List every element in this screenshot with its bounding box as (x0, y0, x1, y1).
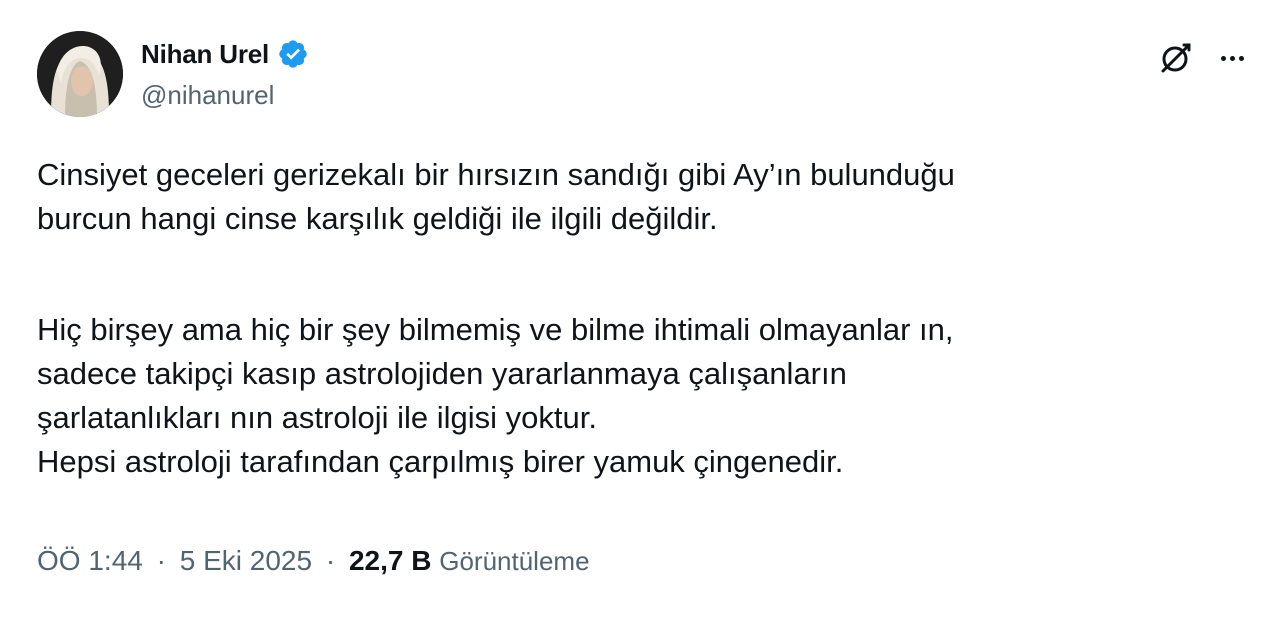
grok-icon[interactable] (1158, 40, 1194, 76)
tweet-meta: ÖÖ 1:44 · 5 Eki 2025 · 22,7 B Görüntülem… (37, 545, 590, 577)
views-count: 22,7 B (348, 545, 432, 576)
tweet-date[interactable]: 5 Eki 2025 (180, 545, 312, 576)
tweet-line: Cinsiyet geceleri gerizekalı bir hırsızı… (37, 157, 955, 192)
tweet-line: Hiç birşey ama hiç bir şey bilmemiş ve b… (37, 312, 954, 347)
tweet-line: sadece takipçi kasıp astrolojiden yararl… (37, 356, 847, 391)
meta-separator: · (325, 545, 336, 576)
tweet-line: burcun hangi cinse karşılık geldiği ile … (37, 201, 718, 236)
author-handle[interactable]: @nihanurel (141, 80, 274, 111)
verified-badge-icon[interactable] (277, 38, 309, 70)
author-display-name[interactable]: Nihan Urel (141, 39, 269, 70)
more-dot (1229, 55, 1235, 61)
meta-separator: · (156, 545, 166, 576)
more-dot (1220, 55, 1226, 61)
author-name-row[interactable]: Nihan Urel (141, 34, 309, 74)
tweet-line: şarlatanlıkları nın astroloji ile ilgisi… (37, 400, 597, 435)
tweet-card: Nihan Urel @nihanurel Cinsiyet geceleri … (0, 0, 1280, 619)
tweet-text: Cinsiyet geceleri gerizekalı bir hırsızı… (37, 153, 1237, 484)
views-label: Görüntüleme (439, 546, 590, 576)
tweet-time[interactable]: ÖÖ 1:44 (37, 545, 143, 576)
avatar[interactable] (37, 31, 123, 117)
more-dot (1238, 55, 1244, 61)
more-icon[interactable] (1212, 40, 1252, 76)
tweet-line: Hepsi astroloji tarafından çarpılmış bir… (37, 444, 844, 479)
